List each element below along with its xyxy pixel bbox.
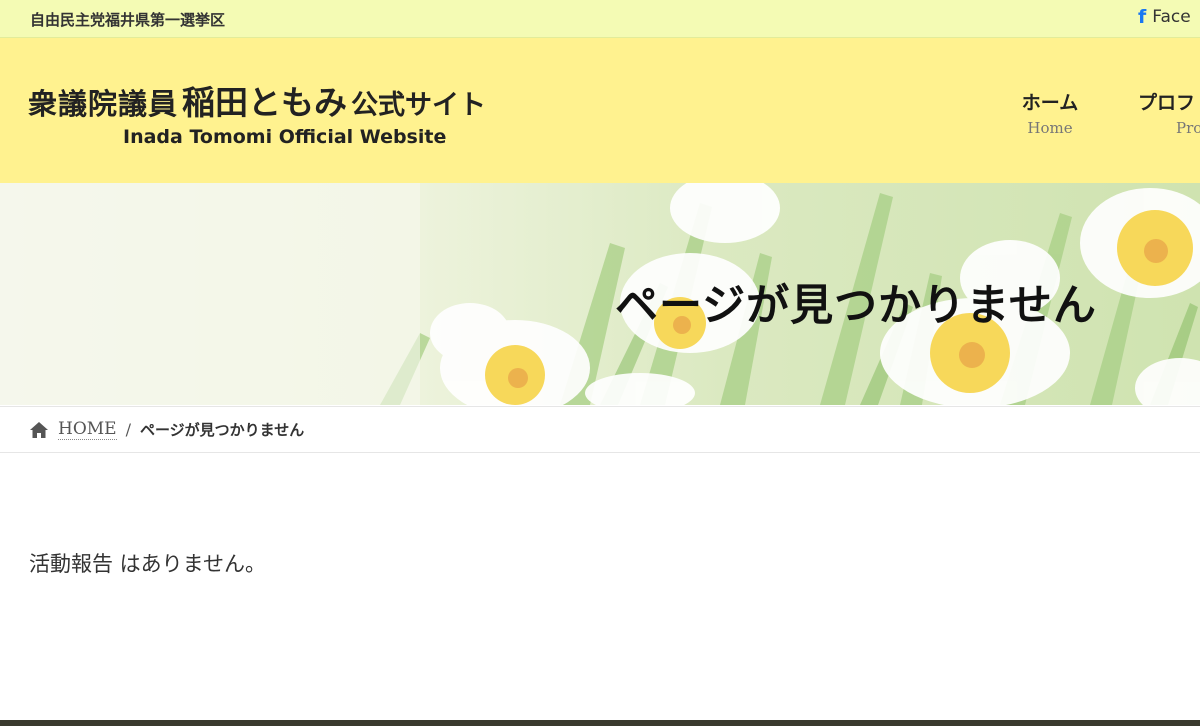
nav-item-home[interactable]: ホーム Home	[1010, 88, 1090, 137]
nav-item-label: プロフ	[1138, 92, 1196, 114]
footer-bar	[0, 720, 1200, 726]
no-posts-message: 活動報告 はありません。	[29, 552, 267, 576]
district-label: 自由民主党福井県第一選挙区	[30, 11, 226, 29]
nav-item-sublabel: Home	[1027, 119, 1073, 137]
main-nav: ホーム Home プロフ Pro	[0, 88, 1200, 148]
breadcrumb: HOME / ページが見つかりません	[0, 406, 1200, 453]
nav-item-label: ホーム	[1021, 92, 1079, 114]
top-bar: 自由民主党福井県第一選挙区 f Face	[0, 0, 1200, 38]
facebook-icon: f	[1138, 6, 1147, 28]
facebook-label: Face	[1152, 7, 1191, 27]
page-title: ページが見つかりません	[615, 281, 1097, 331]
home-icon	[30, 421, 48, 438]
breadcrumb-home-link[interactable]: HOME	[58, 419, 117, 440]
facebook-link[interactable]: f Face	[1138, 4, 1191, 30]
site-header: 衆議院議員 稲田ともみ 公式サイト Inada Tomomi Official …	[0, 38, 1200, 183]
breadcrumb-separator: /	[125, 420, 131, 439]
page-hero-banner: ページが見つかりません	[0, 183, 1200, 405]
breadcrumb-current: ページが見つかりません	[139, 421, 305, 439]
nav-item-profile[interactable]: プロフ Pro	[1138, 88, 1200, 137]
nav-item-sublabel: Pro	[1176, 119, 1200, 137]
